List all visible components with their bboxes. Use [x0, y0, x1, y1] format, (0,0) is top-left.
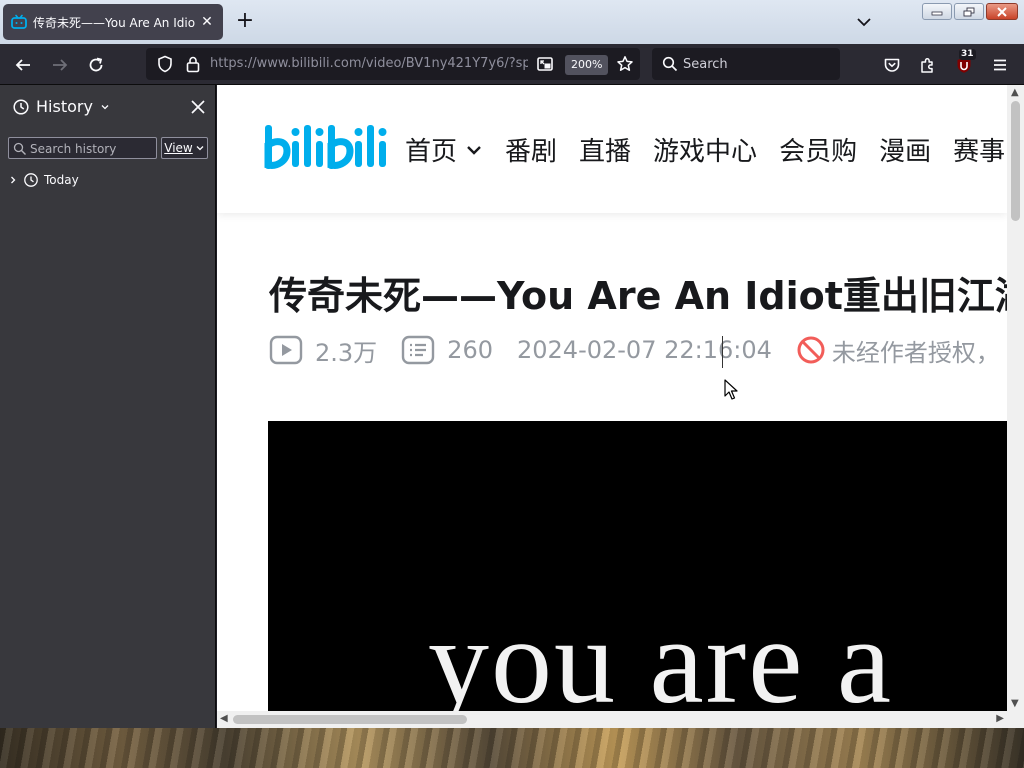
tab-bilibili[interactable]: 传奇未死——You Are An Idiot重 ✕ — [3, 4, 223, 40]
no-entry-icon — [797, 336, 825, 364]
page-content: 首页 番剧 直播 游戏中心 会员购 漫画 赛事 传奇未死——You Are An… — [217, 85, 1007, 711]
nav-esports[interactable]: 赛事 — [953, 131, 1005, 168]
scroll-up-icon[interactable]: ▲ — [1011, 87, 1019, 98]
clock-icon — [10, 96, 32, 118]
extensions-puzzle-icon[interactable] — [917, 54, 939, 76]
close-sidebar-icon[interactable] — [188, 97, 208, 117]
copyright-notice-text: 未经作者授权， — [831, 338, 1000, 367]
history-sidebar: History Search history View Today — [0, 85, 216, 728]
search-icon — [659, 53, 681, 75]
tab-title: 传奇未死——You Are An Idiot重 — [33, 15, 195, 30]
picture-in-picture-icon[interactable] — [534, 53, 556, 75]
history-group-label: Today — [44, 173, 79, 187]
chevron-down-icon — [196, 146, 204, 151]
history-search-input[interactable]: Search history — [8, 137, 157, 159]
danmaku-count: 260 — [401, 335, 493, 365]
mouse-cursor-icon — [724, 379, 738, 405]
desktop-wallpaper — [0, 728, 1024, 768]
video-frame-text: you are a — [428, 594, 894, 712]
publish-date: 2024-02-07 22:16:04 — [516, 336, 772, 364]
minimize-button[interactable] — [922, 3, 952, 20]
navigation-toolbar: https://www.bilibili.com/video/BV1ny421Y… — [0, 44, 1024, 85]
site-nav: 首页 番剧 直播 游戏中心 会员购 漫画 赛事 — [405, 131, 1007, 168]
address-bar[interactable]: https://www.bilibili.com/video/BV1ny421Y… — [146, 48, 640, 80]
play-count-icon — [269, 335, 303, 365]
view-count-value: 2.3万 — [315, 338, 378, 367]
reload-icon[interactable] — [85, 54, 107, 76]
video-meta: 2.3万 260 2024-02-07 22:16:04 未经作者授权， — [269, 333, 1000, 367]
nav-game-center[interactable]: 游戏中心 — [653, 131, 757, 168]
chevron-down-icon — [467, 145, 481, 155]
history-search-placeholder: Search history — [30, 142, 117, 156]
horizontal-scroll-thumb[interactable] — [233, 715, 467, 724]
tab-strip: 传奇未死——You Are An Idiot重 ✕ + — [0, 0, 1024, 44]
danmaku-count-value: 260 — [447, 336, 493, 364]
danmaku-icon — [401, 335, 435, 365]
close-window-button[interactable] — [986, 3, 1018, 20]
nav-mall[interactable]: 会员购 — [779, 131, 857, 168]
sidebar-switcher[interactable]: History — [36, 97, 110, 116]
scroll-down-icon[interactable]: ▼ — [1011, 698, 1019, 709]
zoom-level-button[interactable]: 200% — [565, 55, 609, 75]
pocket-icon[interactable] — [881, 54, 903, 76]
scroll-left-icon[interactable]: ◀ — [220, 713, 228, 724]
view-label: View — [164, 141, 193, 155]
chevron-right-icon — [11, 176, 16, 184]
search-placeholder: Search — [683, 57, 728, 72]
bookmark-star-icon[interactable] — [614, 53, 636, 75]
search-icon — [13, 141, 27, 160]
scroll-right-icon[interactable]: ▶ — [996, 713, 1004, 724]
search-bar[interactable]: Search — [652, 48, 840, 80]
site-header: 首页 番剧 直播 游戏中心 会员购 漫画 赛事 — [217, 85, 1007, 213]
nav-home[interactable]: 首页 — [405, 131, 483, 168]
nav-live[interactable]: 直播 — [579, 131, 631, 168]
menu-hamburger-icon[interactable] — [989, 54, 1011, 76]
bilibili-tv-icon — [11, 14, 27, 30]
tracking-shield-icon[interactable] — [154, 53, 176, 75]
vertical-scrollbar[interactable]: ▲ ▼ — [1007, 85, 1024, 711]
view-menu-button[interactable]: View — [161, 137, 208, 159]
horizontal-scrollbar[interactable]: ◀ ▶ — [217, 711, 1024, 728]
list-all-tabs-icon[interactable] — [852, 12, 876, 32]
sidebar-header: History — [0, 85, 216, 129]
sidebar-title: History — [36, 97, 93, 116]
vertical-scroll-thumb[interactable] — [1011, 101, 1020, 221]
view-count: 2.3万 — [269, 333, 377, 368]
history-group-today[interactable]: Today — [8, 171, 79, 189]
back-arrow-icon[interactable] — [12, 54, 34, 76]
restore-button[interactable] — [954, 3, 984, 20]
lock-icon[interactable] — [182, 53, 204, 75]
browser-window: 传奇未死——You Are An Idiot重 ✕ + https://www.… — [0, 0, 1024, 728]
nav-home-label: 首页 — [405, 137, 458, 167]
clock-icon — [24, 173, 38, 187]
nav-anime[interactable]: 番剧 — [505, 131, 557, 168]
copyright-notice: 未经作者授权， — [796, 333, 1000, 368]
forward-arrow-icon[interactable] — [49, 54, 71, 76]
nav-manga[interactable]: 漫画 — [879, 131, 931, 168]
text-caret — [722, 336, 723, 368]
video-player[interactable]: you are a — [268, 421, 1007, 711]
chevron-down-icon — [101, 105, 109, 110]
video-title: 传奇未死——You Are An Idiot重出旧江湖 — [269, 274, 1007, 318]
tab-close-icon[interactable]: ✕ — [199, 14, 215, 30]
bilibili-logo[interactable] — [263, 119, 387, 179]
url-text: https://www.bilibili.com/video/BV1ny421Y… — [210, 56, 528, 71]
new-tab-icon[interactable]: + — [233, 10, 257, 34]
extension-badge: 31 — [959, 49, 976, 60]
